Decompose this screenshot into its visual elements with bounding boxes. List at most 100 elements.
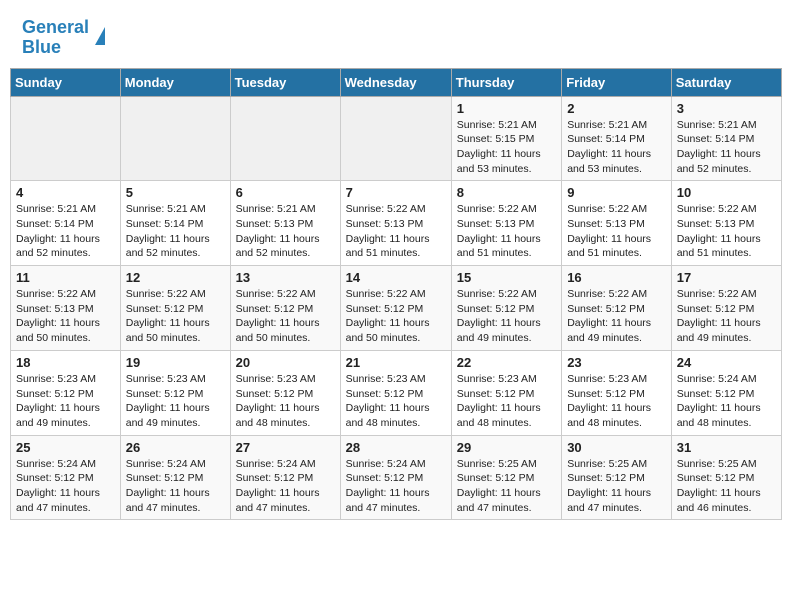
calendar-cell: 30 Sunrise: 5:25 AM Sunset: 5:12 PM Dayli…: [562, 435, 672, 520]
day-info: Sunrise: 5:23 AM Sunset: 5:12 PM Dayligh…: [236, 372, 335, 431]
day-number: 9: [567, 185, 666, 200]
day-number: 30: [567, 440, 666, 455]
day-number: 23: [567, 355, 666, 370]
day-info: Sunrise: 5:22 AM Sunset: 5:12 PM Dayligh…: [677, 287, 776, 346]
calendar-cell: 15 Sunrise: 5:22 AM Sunset: 5:12 PM Dayli…: [451, 266, 561, 351]
calendar-cell: 9 Sunrise: 5:22 AM Sunset: 5:13 PM Daylig…: [562, 181, 672, 266]
calendar-week-5: 25 Sunrise: 5:24 AM Sunset: 5:12 PM Dayli…: [11, 435, 782, 520]
day-info: Sunrise: 5:24 AM Sunset: 5:12 PM Dayligh…: [346, 457, 446, 516]
day-number: 6: [236, 185, 335, 200]
day-number: 11: [16, 270, 115, 285]
day-number: 28: [346, 440, 446, 455]
day-info: Sunrise: 5:22 AM Sunset: 5:13 PM Dayligh…: [567, 202, 666, 261]
calendar-cell: [340, 96, 451, 181]
day-number: 21: [346, 355, 446, 370]
day-info: Sunrise: 5:22 AM Sunset: 5:12 PM Dayligh…: [126, 287, 225, 346]
calendar-cell: 28 Sunrise: 5:24 AM Sunset: 5:12 PM Dayli…: [340, 435, 451, 520]
day-number: 29: [457, 440, 556, 455]
day-info: Sunrise: 5:22 AM Sunset: 5:13 PM Dayligh…: [16, 287, 115, 346]
calendar-cell: 1 Sunrise: 5:21 AM Sunset: 5:15 PM Daylig…: [451, 96, 561, 181]
calendar-cell: 26Sunrise: 5:24 AM Sunset: 5:12 PM Dayli…: [120, 435, 230, 520]
calendar-cell: 11 Sunrise: 5:22 AM Sunset: 5:13 PM Dayli…: [11, 266, 121, 351]
day-number: 19: [126, 355, 225, 370]
day-info: Sunrise: 5:25 AM Sunset: 5:12 PM Dayligh…: [567, 457, 666, 516]
calendar-cell: 13 Sunrise: 5:22 AM Sunset: 5:12 PM Dayli…: [230, 266, 340, 351]
calendar-cell: 20Sunrise: 5:23 AM Sunset: 5:12 PM Dayli…: [230, 350, 340, 435]
col-header-wednesday: Wednesday: [340, 68, 451, 96]
day-number: 7: [346, 185, 446, 200]
calendar-cell: [11, 96, 121, 181]
logo-triangle-icon: [95, 27, 105, 45]
calendar-week-2: 4 Sunrise: 5:21 AM Sunset: 5:14 PM Daylig…: [11, 181, 782, 266]
day-info: Sunrise: 5:22 AM Sunset: 5:13 PM Dayligh…: [677, 202, 776, 261]
calendar-cell: 12 Sunrise: 5:22 AM Sunset: 5:12 PM Dayli…: [120, 266, 230, 351]
day-number: 8: [457, 185, 556, 200]
logo-text: GeneralBlue: [22, 18, 89, 58]
calendar-cell: 31 Sunrise: 5:25 AM Sunset: 5:12 PM Dayli…: [671, 435, 781, 520]
calendar-cell: 4 Sunrise: 5:21 AM Sunset: 5:14 PM Daylig…: [11, 181, 121, 266]
calendar-cell: 18Sunrise: 5:23 AM Sunset: 5:12 PM Dayli…: [11, 350, 121, 435]
day-number: 10: [677, 185, 776, 200]
calendar-header-row: SundayMondayTuesdayWednesdayThursdayFrid…: [11, 68, 782, 96]
calendar-cell: 17 Sunrise: 5:22 AM Sunset: 5:12 PM Dayli…: [671, 266, 781, 351]
logo: GeneralBlue: [22, 18, 105, 58]
col-header-tuesday: Tuesday: [230, 68, 340, 96]
calendar-cell: 25 Sunrise: 5:24 AM Sunset: 5:12 PM Dayli…: [11, 435, 121, 520]
day-info: Sunrise: 5:24 AM Sunset: 5:12 PM Dayligh…: [126, 457, 225, 516]
calendar-cell: 27Sunrise: 5:24 AM Sunset: 5:12 PM Dayli…: [230, 435, 340, 520]
day-info: Sunrise: 5:22 AM Sunset: 5:12 PM Dayligh…: [346, 287, 446, 346]
calendar-cell: 10 Sunrise: 5:22 AM Sunset: 5:13 PM Dayli…: [671, 181, 781, 266]
day-number: 14: [346, 270, 446, 285]
day-number: 13: [236, 270, 335, 285]
day-info: Sunrise: 5:21 AM Sunset: 5:14 PM Dayligh…: [677, 118, 776, 177]
day-number: 3: [677, 101, 776, 116]
calendar-cell: 6 Sunrise: 5:21 AM Sunset: 5:13 PM Daylig…: [230, 181, 340, 266]
calendar-cell: 2 Sunrise: 5:21 AM Sunset: 5:14 PM Daylig…: [562, 96, 672, 181]
calendar-cell: 21Sunrise: 5:23 AM Sunset: 5:12 PM Dayli…: [340, 350, 451, 435]
day-info: Sunrise: 5:23 AM Sunset: 5:12 PM Dayligh…: [457, 372, 556, 431]
day-number: 17: [677, 270, 776, 285]
calendar-cell: 5Sunrise: 5:21 AM Sunset: 5:14 PM Daylig…: [120, 181, 230, 266]
day-info: Sunrise: 5:24 AM Sunset: 5:12 PM Dayligh…: [677, 372, 776, 431]
day-number: 31: [677, 440, 776, 455]
calendar-cell: 16 Sunrise: 5:22 AM Sunset: 5:12 PM Dayli…: [562, 266, 672, 351]
day-number: 15: [457, 270, 556, 285]
day-number: 4: [16, 185, 115, 200]
day-number: 22: [457, 355, 556, 370]
col-header-saturday: Saturday: [671, 68, 781, 96]
day-info: Sunrise: 5:23 AM Sunset: 5:12 PM Dayligh…: [16, 372, 115, 431]
calendar-cell: 14 Sunrise: 5:22 AM Sunset: 5:12 PM Dayli…: [340, 266, 451, 351]
day-info: Sunrise: 5:25 AM Sunset: 5:12 PM Dayligh…: [677, 457, 776, 516]
calendar-cell: 24 Sunrise: 5:24 AM Sunset: 5:12 PM Dayli…: [671, 350, 781, 435]
day-info: Sunrise: 5:21 AM Sunset: 5:14 PM Dayligh…: [16, 202, 115, 261]
day-info: Sunrise: 5:22 AM Sunset: 5:13 PM Dayligh…: [346, 202, 446, 261]
calendar-week-3: 11 Sunrise: 5:22 AM Sunset: 5:13 PM Dayli…: [11, 266, 782, 351]
page-header: GeneralBlue: [10, 10, 782, 62]
day-info: Sunrise: 5:22 AM Sunset: 5:12 PM Dayligh…: [236, 287, 335, 346]
day-info: Sunrise: 5:22 AM Sunset: 5:12 PM Dayligh…: [457, 287, 556, 346]
calendar-table: SundayMondayTuesdayWednesdayThursdayFrid…: [10, 68, 782, 521]
day-number: 1: [457, 101, 556, 116]
calendar-cell: 29Sunrise: 5:25 AM Sunset: 5:12 PM Dayli…: [451, 435, 561, 520]
calendar-week-1: 1 Sunrise: 5:21 AM Sunset: 5:15 PM Daylig…: [11, 96, 782, 181]
day-number: 25: [16, 440, 115, 455]
day-number: 24: [677, 355, 776, 370]
day-info: Sunrise: 5:23 AM Sunset: 5:12 PM Dayligh…: [567, 372, 666, 431]
calendar-week-4: 18Sunrise: 5:23 AM Sunset: 5:12 PM Dayli…: [11, 350, 782, 435]
calendar-cell: 8Sunrise: 5:22 AM Sunset: 5:13 PM Daylig…: [451, 181, 561, 266]
day-info: Sunrise: 5:21 AM Sunset: 5:13 PM Dayligh…: [236, 202, 335, 261]
day-number: 27: [236, 440, 335, 455]
day-info: Sunrise: 5:21 AM Sunset: 5:15 PM Dayligh…: [457, 118, 556, 177]
day-number: 2: [567, 101, 666, 116]
day-info: Sunrise: 5:21 AM Sunset: 5:14 PM Dayligh…: [567, 118, 666, 177]
day-number: 12: [126, 270, 225, 285]
day-info: Sunrise: 5:23 AM Sunset: 5:12 PM Dayligh…: [126, 372, 225, 431]
day-number: 16: [567, 270, 666, 285]
calendar-cell: 19 Sunrise: 5:23 AM Sunset: 5:12 PM Dayli…: [120, 350, 230, 435]
calendar-cell: [230, 96, 340, 181]
day-info: Sunrise: 5:22 AM Sunset: 5:12 PM Dayligh…: [567, 287, 666, 346]
calendar-cell: 22 Sunrise: 5:23 AM Sunset: 5:12 PM Dayli…: [451, 350, 561, 435]
col-header-sunday: Sunday: [11, 68, 121, 96]
day-info: Sunrise: 5:24 AM Sunset: 5:12 PM Dayligh…: [16, 457, 115, 516]
col-header-monday: Monday: [120, 68, 230, 96]
